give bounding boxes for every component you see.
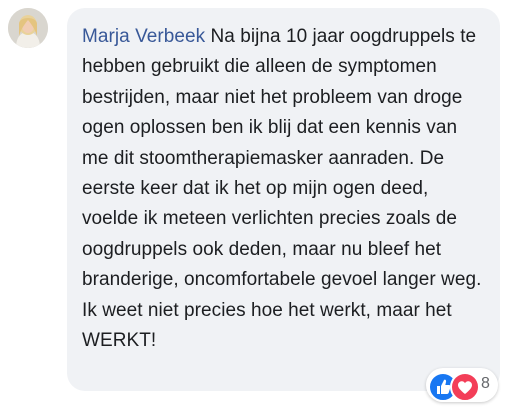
love-icon <box>450 372 480 402</box>
comment-text: Marja Verbeek Na bijna 10 jaar oogdruppe… <box>82 22 486 356</box>
avatar[interactable] <box>8 8 48 48</box>
author-name[interactable]: Marja Verbeek <box>82 26 205 47</box>
comment-bubble: Marja Verbeek Na bijna 10 jaar oogdruppe… <box>67 8 500 391</box>
reactions-summary[interactable]: 8 <box>426 368 498 402</box>
reaction-count: 8 <box>481 375 490 392</box>
comment-body: Na bijna 10 jaar oogdruppels te hebben g… <box>82 26 482 352</box>
